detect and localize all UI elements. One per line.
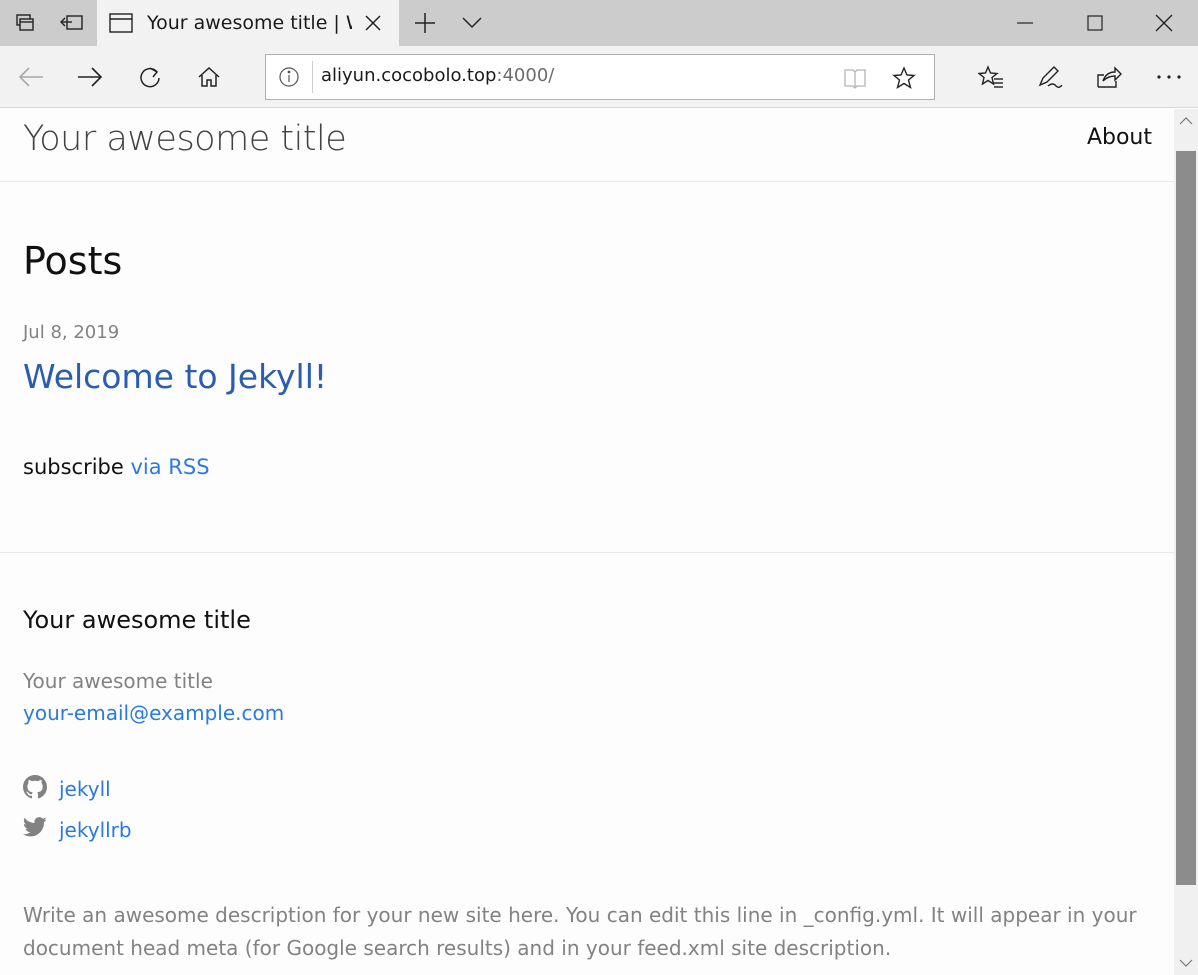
footer-heading: Your awesome title — [23, 606, 251, 634]
minimize-button[interactable] — [995, 0, 1055, 46]
site-description: Write an awesome description for your ne… — [23, 903, 1137, 960]
share-icon[interactable] — [1092, 60, 1126, 94]
nav-about-link[interactable]: About — [1087, 125, 1152, 150]
footer-email-link[interactable]: your-email@example.com — [23, 701, 284, 725]
new-tab-button[interactable] — [410, 8, 440, 38]
vertical-scrollbar[interactable] — [1174, 109, 1198, 975]
set-aside-tabs-icon[interactable] — [57, 8, 87, 38]
tab-page-icon — [109, 12, 133, 34]
github-username: jekyll — [59, 777, 111, 801]
back-button[interactable] — [14, 60, 48, 94]
maximize-button[interactable] — [1065, 0, 1125, 46]
info-icon[interactable] — [278, 66, 300, 88]
address-separator — [312, 61, 313, 93]
forward-button[interactable] — [73, 60, 107, 94]
footer-site-name: Your awesome title — [23, 669, 213, 693]
star-icon[interactable] — [891, 65, 917, 91]
subscribe-prefix: subscribe — [23, 455, 131, 479]
post-date: Jul 8, 2019 — [23, 322, 120, 343]
url-port: :4000/ — [496, 65, 555, 86]
scroll-down-arrow-icon[interactable] — [1174, 951, 1198, 975]
scrollbar-thumb[interactable] — [1176, 151, 1196, 885]
footer-divider — [0, 552, 1174, 553]
tab-bar: Your awesome title | Wr — [0, 0, 1198, 46]
twitter-link[interactable]: jekyllrb — [22, 816, 323, 846]
rss-link[interactable]: via RSS — [130, 455, 209, 479]
url-host: aliyun.cocobolo.top — [321, 65, 497, 86]
github-link[interactable]: jekyll — [23, 775, 323, 805]
close-window-button[interactable] — [1134, 0, 1194, 46]
favorites-icon[interactable] — [974, 60, 1008, 94]
navigation-bar: aliyun.cocobolo.top:4000/ — [0, 46, 1198, 108]
post-title-link[interactable]: Welcome to Jekyll! — [23, 357, 327, 396]
github-icon — [23, 775, 47, 799]
address-bar[interactable]: aliyun.cocobolo.top:4000/ — [265, 54, 935, 100]
posts-heading: Posts — [23, 239, 123, 283]
scroll-up-arrow-icon[interactable] — [1174, 109, 1198, 133]
refresh-button[interactable] — [133, 60, 167, 94]
pen-icon[interactable] — [1033, 60, 1067, 94]
tab-title: Your awesome title | Wr — [147, 12, 352, 34]
twitter-icon — [22, 816, 47, 840]
home-button[interactable] — [192, 60, 226, 94]
page-viewport: Your awesome title About Posts Jul 8, 20… — [0, 109, 1174, 975]
book-icon[interactable] — [842, 65, 868, 91]
active-tab[interactable]: Your awesome title | Wr — [97, 0, 399, 46]
address-url[interactable]: aliyun.cocobolo.top:4000/ — [321, 65, 554, 86]
close-tab-icon[interactable] — [362, 12, 384, 34]
tab-manager-icon[interactable] — [10, 8, 40, 38]
tab-preview-chevron-down-icon[interactable] — [457, 8, 487, 38]
site-header: Your awesome title About — [0, 109, 1174, 182]
more-icon[interactable] — [1152, 60, 1186, 94]
subscribe-line: subscribe via RSS — [23, 455, 210, 479]
site-title-link[interactable]: Your awesome title — [23, 119, 347, 159]
twitter-username: jekyllrb — [59, 818, 132, 842]
